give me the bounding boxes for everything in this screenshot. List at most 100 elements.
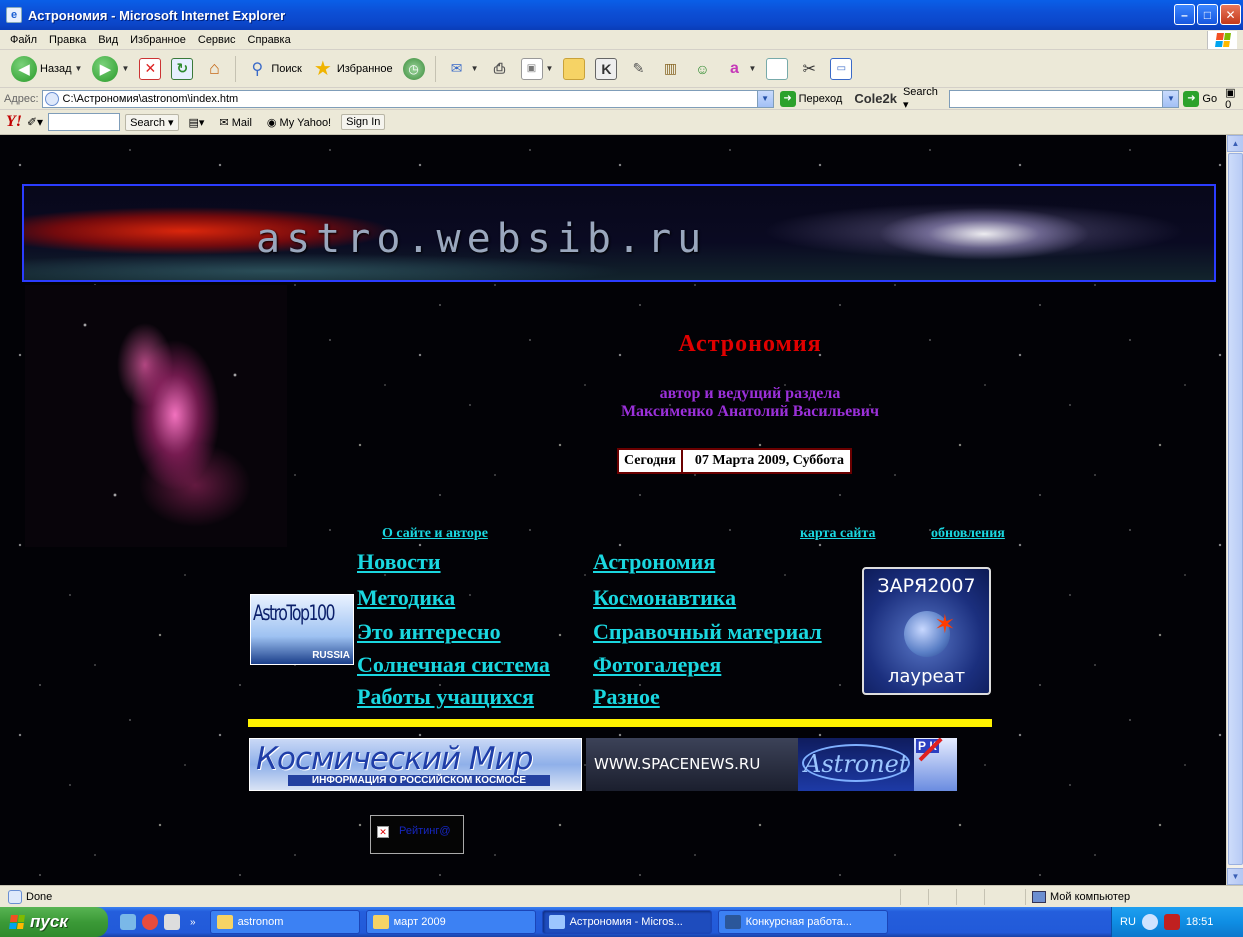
chevron-down-icon[interactable]: ▼ — [121, 64, 129, 73]
mail-icon: ✉ — [450, 60, 463, 76]
menu-view[interactable]: Вид — [92, 34, 124, 46]
refresh-icon: ↻ — [171, 57, 194, 80]
history-button[interactable]: ◷ — [400, 54, 428, 84]
task-word-document[interactable]: Конкурсная работа... — [717, 910, 888, 934]
popup-counter[interactable]: ▣ 0 — [1225, 86, 1243, 111]
address-input[interactable]: C:\Астрономия\astronom\index.htm ▼ — [41, 89, 774, 108]
ie-icon — [548, 915, 565, 929]
astronet-banner[interactable]: Astronet — [798, 738, 914, 791]
go-button[interactable]: ➜ Переход — [779, 90, 842, 107]
back-button[interactable]: ◀ Назад ▼ — [8, 54, 85, 84]
cole2k-search-input[interactable]: ▼ — [948, 89, 1180, 108]
nav-solar-system[interactable]: Солнечная система — [357, 652, 550, 678]
chevron-down-icon[interactable]: ▼ — [756, 90, 773, 107]
people-button[interactable]: ☺ — [688, 54, 716, 84]
chevron-down-icon[interactable]: ▼ — [471, 64, 479, 73]
my-yahoo-button[interactable]: ◉ My Yahoo! — [262, 114, 336, 131]
book-icon: ▥ — [663, 60, 678, 76]
edit-icon: ▣ — [520, 57, 543, 80]
rk-banner[interactable]: Р К — [914, 738, 957, 791]
menu-favorites[interactable]: Избранное — [124, 34, 192, 46]
vertical-scrollbar[interactable]: ▲ ▼ — [1226, 135, 1243, 885]
yahoo-search-input[interactable] — [48, 113, 121, 131]
chevron-down-icon[interactable]: ▼ — [748, 64, 756, 73]
scroll-down-button[interactable]: ▼ — [1227, 868, 1243, 885]
updates-link[interactable]: обновления — [931, 526, 1005, 542]
messenger-icon: ✎ — [632, 60, 645, 76]
folder-button[interactable] — [560, 54, 588, 84]
cut-button[interactable]: ✂ — [795, 54, 823, 84]
rating-counter[interactable]: ✕ Рейтинг@ — [370, 815, 464, 854]
yahoo-mail-button[interactable]: ✉ Mail — [214, 114, 256, 131]
forward-button[interactable]: ▶ ▼ — [89, 54, 132, 84]
chevron-right-icon[interactable]: » — [190, 917, 196, 928]
spacenews-banner[interactable]: WWW.SPACENEWS.RU — [586, 738, 798, 791]
zarya-award-banner[interactable]: ЗАРЯ2007 ✶ лауреат — [862, 567, 991, 695]
chevron-down-icon[interactable]: ▼ — [546, 64, 554, 73]
astrotop-banner[interactable]: AstroTop100 RUSSIA — [250, 594, 354, 665]
menu-tools[interactable]: Сервис — [192, 34, 242, 46]
tray-chevron-icon[interactable] — [1141, 914, 1158, 930]
research-button[interactable]: ▥ — [656, 54, 684, 84]
mail-button[interactable]: ✉ ▼ — [443, 54, 482, 84]
stop-button[interactable]: ✕ — [136, 54, 164, 84]
nav-cosmonautics[interactable]: Космонавтика — [593, 585, 736, 611]
task-ie-astronomy[interactable]: Астрономия - Micros... — [541, 910, 712, 934]
favorites-button[interactable]: ★ Избранное — [309, 54, 396, 84]
nav-photo-gallery[interactable]: Фотогалерея — [593, 652, 721, 678]
messenger-button[interactable]: ✎ — [624, 54, 652, 84]
kosmos-title: Космический Мир — [256, 741, 533, 777]
about-link[interactable]: О сайте и авторе — [382, 526, 488, 542]
toolbar-separator — [434, 55, 436, 82]
sitemap-link[interactable]: карта сайта — [800, 526, 876, 542]
ie-icon: e — [6, 7, 22, 23]
scroll-thumb[interactable] — [1228, 153, 1243, 865]
nav-astronomy[interactable]: Астрономия — [593, 549, 715, 575]
menu-help[interactable]: Справка — [242, 34, 297, 46]
cole2k-logo: Cole2k — [854, 91, 897, 106]
task-astronom[interactable]: astronom — [209, 910, 360, 934]
pencil-icon[interactable]: ✐▾ — [27, 115, 43, 129]
opera-icon[interactable] — [142, 914, 158, 930]
desktop-icon[interactable] — [120, 914, 136, 930]
task-march-2009[interactable]: март 2009 — [365, 910, 536, 934]
refresh-button[interactable]: ↻ — [168, 54, 196, 84]
nav-methods[interactable]: Методика — [357, 585, 455, 611]
language-indicator[interactable]: RU — [1120, 916, 1136, 928]
notepad-icon[interactable] — [164, 914, 180, 930]
maximize-button[interactable]: □ — [1197, 4, 1218, 25]
minimize-button[interactable]: – — [1174, 4, 1195, 25]
nav-misc[interactable]: Разное — [593, 684, 660, 710]
chevron-down-icon[interactable]: ▼ — [75, 64, 83, 73]
nav-reference[interactable]: Справочный материал — [593, 619, 822, 645]
close-button[interactable]: ✕ — [1220, 4, 1241, 25]
cole2k-search-button[interactable]: Search ▾ — [903, 86, 943, 111]
menu-file[interactable]: Файл — [4, 34, 43, 46]
home-button[interactable]: ⌂ — [200, 54, 228, 84]
chevron-down-icon[interactable]: ▼ — [1162, 90, 1179, 107]
astrotop-text: AstroTop100 — [253, 601, 336, 625]
menu-edit[interactable]: Правка — [43, 34, 92, 46]
yahoo-logo[interactable]: Y! — [6, 113, 22, 131]
start-button[interactable]: пуск — [0, 907, 108, 937]
print-button[interactable]: ⎙ — [486, 54, 514, 84]
yahoo-signin-button[interactable]: Sign In — [341, 114, 386, 130]
toolbar-separator — [235, 55, 237, 82]
yahoo-search-button[interactable]: Search ▾ — [125, 113, 179, 131]
window-button[interactable]: ▭ — [827, 54, 855, 84]
kosmos-mir-banner[interactable]: Космический Мир ИНФОРМАЦИЯ О РОССИЙСКОМ … — [249, 738, 582, 791]
nav-interesting[interactable]: Это интересно — [357, 619, 501, 645]
translate-button[interactable]: a ▼ — [720, 54, 759, 84]
cole2k-go-button[interactable]: ➜ Go — [1183, 90, 1218, 107]
nav-news[interactable]: Новости — [357, 549, 441, 575]
kaspersky-tray-icon[interactable] — [1163, 914, 1180, 930]
window-title: Астрономия - Microsoft Internet Explorer — [28, 7, 286, 23]
yahoo-options-button[interactable]: ▤▾ — [184, 114, 210, 131]
edit-button[interactable]: ▣ ▼ — [518, 54, 557, 84]
copy-button[interactable] — [763, 54, 791, 84]
cole2k-go-label: Go — [1202, 92, 1218, 105]
kaspersky-button[interactable]: K — [592, 54, 620, 84]
scroll-up-button[interactable]: ▲ — [1227, 135, 1243, 152]
search-button[interactable]: ⚲ Поиск — [243, 54, 304, 84]
nav-student-works[interactable]: Работы учащихся — [357, 684, 534, 710]
